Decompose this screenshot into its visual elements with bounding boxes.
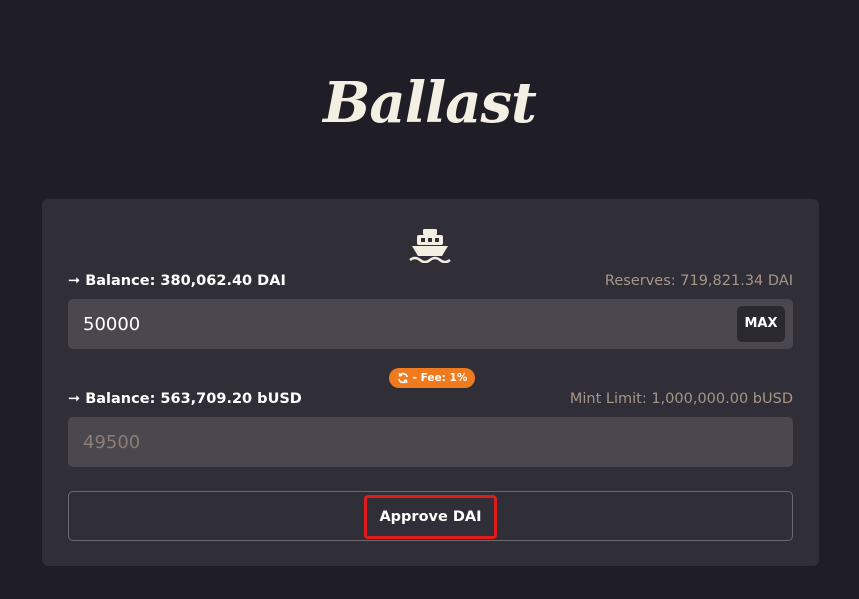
to-amount-field [68,417,793,467]
from-amount-field: MAX [68,299,793,349]
to-balance-text: Balance: 563,709.20 bUSD [85,391,302,407]
arrow-right-icon: ➞ [68,273,81,289]
to-amount-input[interactable] [83,417,723,467]
to-balance: ➞ Balance: 563,709.20 bUSD [68,391,302,407]
max-button[interactable]: MAX [737,306,785,342]
from-balance: ➞ Balance: 380,062.40 DAI [68,273,286,289]
mint-limit-label: Mint Limit: 1,000,000.00 bUSD [569,391,793,407]
from-balance-text: Balance: 380,062.40 DAI [85,273,286,289]
reserves-label: Reserves: 719,821.34 DAI [604,273,793,289]
fee-label: - Fee: 1% [412,372,468,384]
approve-dai-button[interactable]: Approve DAI [364,495,497,539]
swap-card: ➞ Balance: 380,062.40 DAI Reserves: 719,… [42,199,819,566]
approve-container[interactable]: Approve DAI [68,491,793,541]
ship-icon [409,229,451,263]
from-amount-input[interactable] [83,299,723,349]
arrow-right-icon: ➞ [68,391,81,407]
fee-badge: - Fee: 1% [389,368,476,388]
ballast-logo: Ballast [323,70,537,136]
refresh-icon [398,372,408,384]
